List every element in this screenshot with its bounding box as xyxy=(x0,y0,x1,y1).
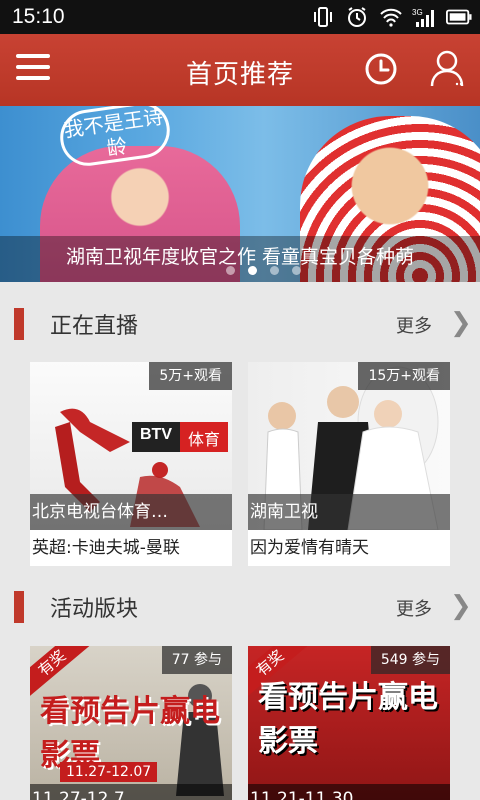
activity-card[interactable]: 有奖 看预告片赢电影票 549 参与 11.21-11.30 xyxy=(248,646,450,800)
signal-3g-icon: 3G xyxy=(412,5,438,29)
program-title: 因为爱情有晴天 xyxy=(250,538,369,558)
program-title: 英超:卡迪夫城-曼联 xyxy=(32,538,180,558)
section-header-activities: 活动版块 更多 ❯ xyxy=(0,577,480,635)
svg-text:3G: 3G xyxy=(412,8,423,17)
promo-date-tag: 11.27-12.07 xyxy=(60,762,158,782)
wifi-icon xyxy=(378,5,404,29)
participant-count-badge: 77 参与 xyxy=(161,646,232,674)
participant-count-badge: 549 参与 xyxy=(370,646,450,674)
chevron-right-icon[interactable]: ❯ xyxy=(450,591,472,621)
live-card[interactable]: 15万+观看 湖南卫视 因为爱情有晴天 xyxy=(248,362,450,566)
status-time: 15:10 xyxy=(12,5,65,28)
card-thumbnail: BTV 体育 5万+观看 北京电视台体育… xyxy=(30,362,232,530)
status-bar: 15:10 3G xyxy=(0,0,480,34)
btv-logo: BTV 体育 xyxy=(132,422,229,452)
section-title: 正在直播 xyxy=(50,314,139,339)
user-icon[interactable] xyxy=(428,48,466,88)
channel-name: 湖南卫视 xyxy=(248,494,450,530)
activity-date-range: 11.27-12.7 xyxy=(30,784,232,800)
promo-headline: 看预告片赢电影票 xyxy=(258,680,438,759)
carousel-dot[interactable] xyxy=(292,266,301,275)
more-link[interactable]: 更多 xyxy=(396,595,432,621)
status-icons: 3G xyxy=(310,5,472,29)
channel-name: 北京电视台体育… xyxy=(30,494,232,530)
alarm-icon xyxy=(344,5,370,29)
activity-card[interactable]: 有奖 看预告片赢电影票 11.27-12.07 77 参与 11.27-12.7 xyxy=(30,646,232,800)
app-bar: 首页推荐 xyxy=(0,34,480,106)
banner-carousel[interactable]: 我不是王诗龄 湖南卫视年度收官之作 看童真宝贝各种萌 xyxy=(0,106,480,282)
viewer-count-badge: 5万+观看 xyxy=(149,362,232,390)
more-link[interactable]: 更多 xyxy=(396,312,432,338)
section-header-live: 正在直播 更多 ❯ xyxy=(0,294,480,352)
card-thumbnail: 15万+观看 湖南卫视 xyxy=(248,362,450,530)
section-accent-bar xyxy=(14,308,24,340)
viewer-count-badge: 15万+观看 xyxy=(358,362,450,390)
promo-headline: 看预告片赢电影票 xyxy=(40,694,220,773)
banner-caption: 湖南卫视年度收官之作 看童真宝贝各种萌 xyxy=(65,246,415,268)
carousel-dot[interactable] xyxy=(226,266,235,275)
card-thumbnail: 有奖 看预告片赢电影票 549 参与 11.21-11.30 xyxy=(248,646,450,800)
vibrate-icon xyxy=(310,5,336,29)
live-card[interactable]: BTV 体育 5万+观看 北京电视台体育… 英超:卡迪夫城-曼联 xyxy=(30,362,232,566)
clock-icon[interactable] xyxy=(364,52,398,86)
card-thumbnail: 有奖 看预告片赢电影票 11.27-12.07 77 参与 11.27-12.7 xyxy=(30,646,232,800)
chevron-right-icon[interactable]: ❯ xyxy=(450,308,472,338)
section-title: 活动版块 xyxy=(50,597,139,622)
battery-icon xyxy=(446,5,472,29)
page-title: 首页推荐 xyxy=(185,60,294,90)
carousel-dot[interactable] xyxy=(270,266,279,275)
section-accent-bar xyxy=(14,591,24,623)
activity-date-range: 11.21-11.30 xyxy=(248,784,450,800)
carousel-dot-active[interactable] xyxy=(248,266,257,275)
